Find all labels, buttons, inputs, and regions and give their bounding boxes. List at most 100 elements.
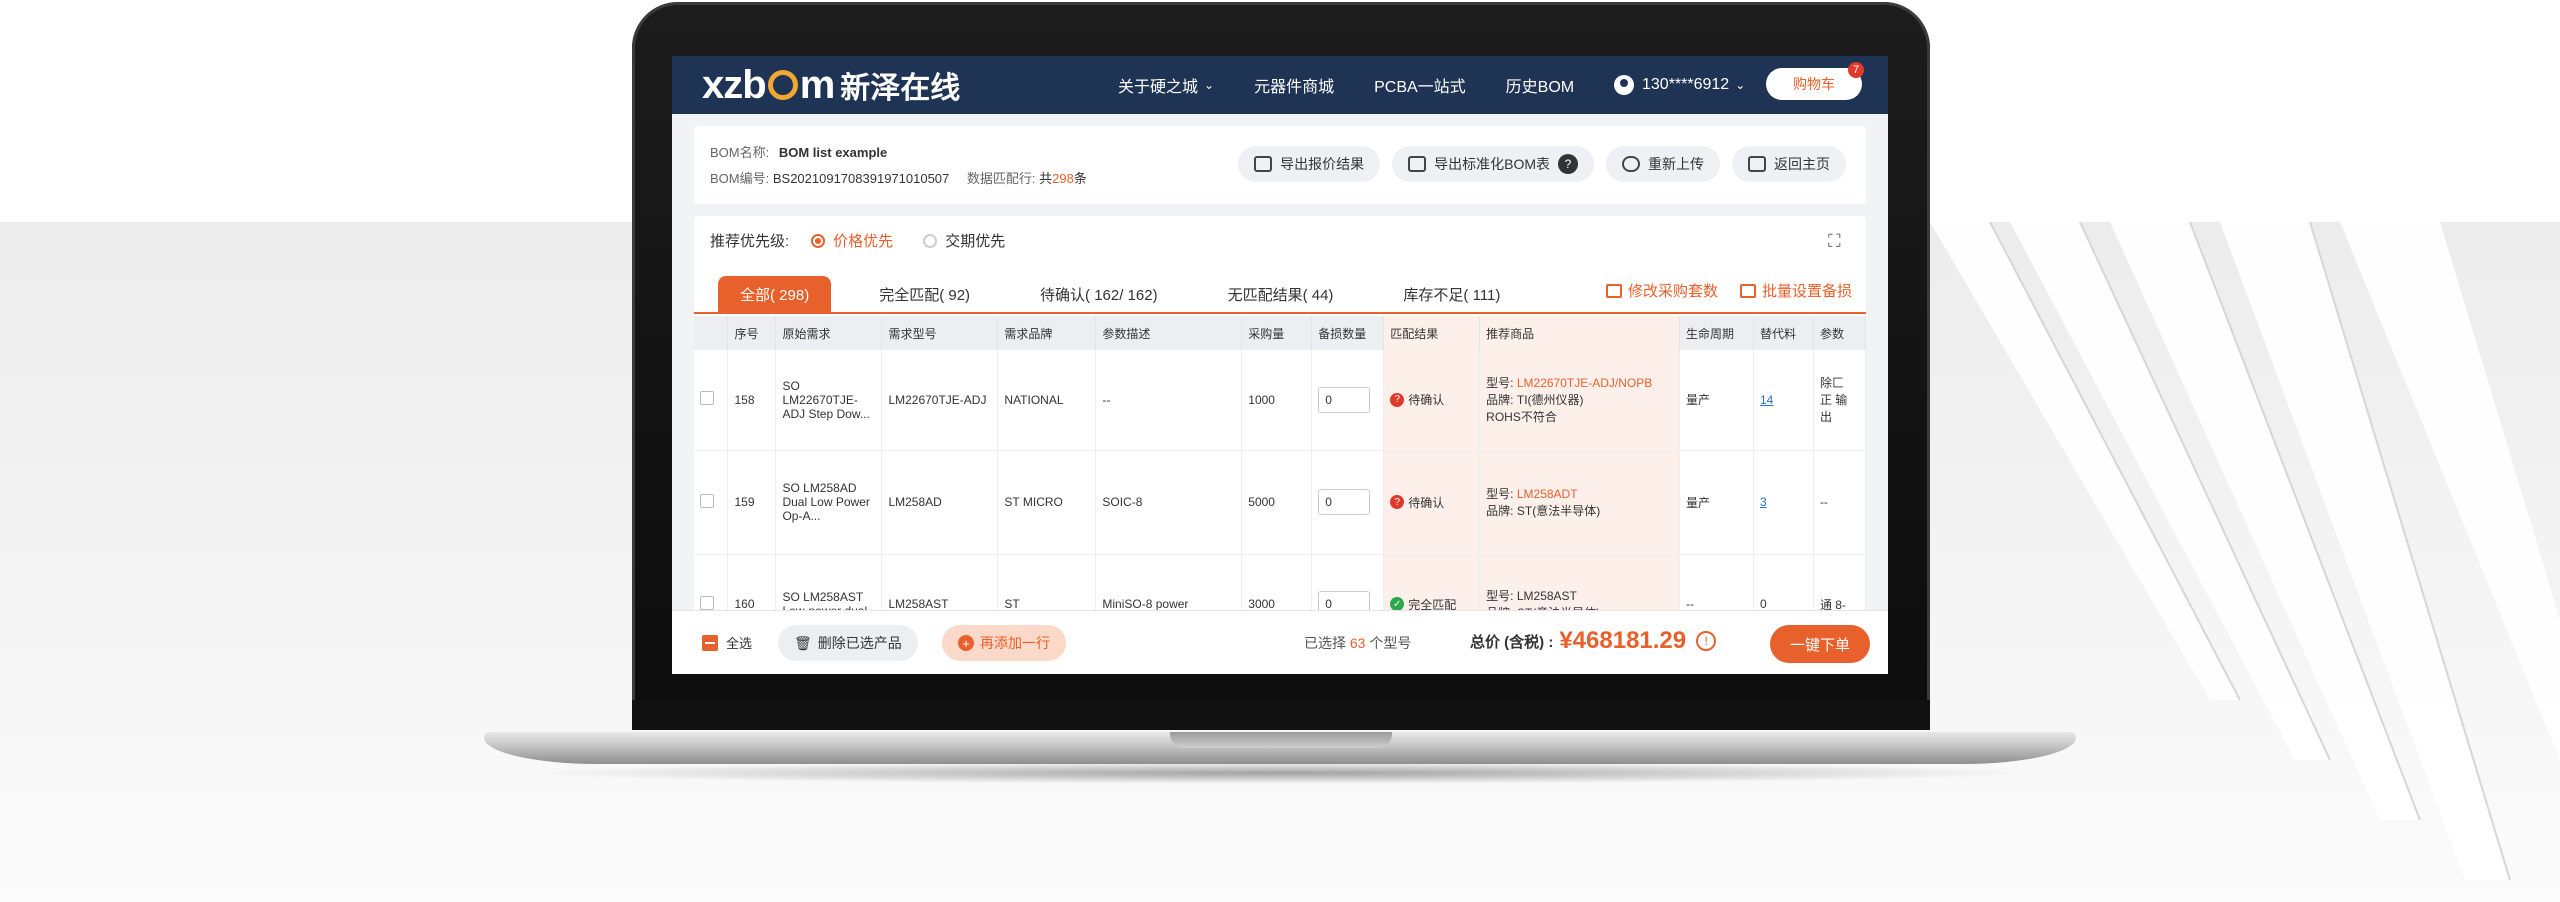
header-model: 需求型号 — [881, 316, 999, 350]
row-param: -- — [1813, 450, 1866, 555]
rec-brand: TI(德州仪器) — [1516, 393, 1584, 408]
laptop-bezel-bottom — [632, 700, 1930, 730]
laptop-screen: xzb m 新泽在线 关于硬之城 ⌄ 元器件商城 PCBA一站式 历史BOM 1… — [672, 56, 1888, 674]
nav-item-mall[interactable]: 元器件商城 — [1254, 73, 1334, 97]
logo-latin: xzb — [702, 62, 767, 107]
tab-full-match[interactable]: 完全匹配( 92) — [857, 276, 992, 312]
row-checkbox-cell — [694, 450, 729, 555]
selected-suffix: 个型号 — [1369, 635, 1412, 651]
row-model: LM258AD — [881, 450, 999, 555]
bom-id-value: BS2021091708391971010507 — [772, 171, 950, 186]
edit-qty-button[interactable]: 修改采购套数 — [1605, 280, 1718, 301]
bom-match-prefix: 共 — [1039, 171, 1053, 186]
row-param: 除匚 正 输出 — [1813, 350, 1866, 451]
home-label: 返回主页 — [1774, 156, 1830, 172]
logo-ring-icon — [767, 70, 798, 100]
batch-spare-button[interactable]: 批量设置备损 — [1739, 280, 1852, 301]
tab-low-stock[interactable]: 库存不足( 111) — [1381, 276, 1522, 312]
row-no: 159 — [727, 450, 777, 555]
cart-button[interactable]: 购物车 7 — [1766, 62, 1864, 100]
bom-table: 序号 原始需求 需求型号 需求品牌 参数描述 采购量 备损数量 匹配结果 推荐商… — [694, 316, 1866, 655]
reupload-button[interactable]: 重新上传 — [1606, 146, 1720, 182]
row-desc: SOIC-8 — [1095, 450, 1243, 555]
header-brand: 需求品牌 — [997, 316, 1097, 350]
tab-no-match[interactable]: 无匹配结果( 44) — [1206, 276, 1356, 312]
row-spare-cell: 0 — [1311, 450, 1385, 555]
main-nav: 关于硬之城 ⌄ 元器件商城 PCBA一站式 历史BOM — [1118, 56, 1614, 114]
edit-icon — [1605, 283, 1622, 298]
batch-spare-label: 批量设置备损 — [1761, 283, 1852, 300]
top-navbar: xzb m 新泽在线 关于硬之城 ⌄ 元器件商城 PCBA一站式 历史BOM 1… — [672, 56, 1888, 114]
header-spare: 备损数量 — [1311, 316, 1385, 350]
spare-qty-input[interactable]: 0 — [1318, 489, 1371, 515]
export-icon — [1254, 156, 1273, 172]
spare-qty-input[interactable]: 0 — [1318, 386, 1371, 413]
chevron-down-icon: ⌄ — [1735, 78, 1746, 92]
row-checkbox[interactable] — [700, 493, 714, 508]
edit-qty-label: 修改采购套数 — [1627, 283, 1718, 300]
rec-model[interactable]: LM22670TJE-ADJ/NOPB — [1517, 376, 1652, 390]
radio-price[interactable] — [811, 233, 826, 248]
delete-selected-label: 删除已选产品 — [817, 635, 902, 651]
user-icon — [1614, 75, 1634, 95]
total-label: 总价 (含税) : — [1470, 633, 1554, 651]
alt-link[interactable]: 3 — [1760, 495, 1767, 509]
laptop-notch — [1170, 732, 1392, 748]
bom-name-label: BOM名称: — [710, 145, 770, 160]
bom-info: BOM名称: BOM list example BOM编号: BS2021091… — [710, 140, 1087, 192]
row-life: 量产 — [1679, 450, 1754, 555]
row-checkbox[interactable] — [700, 391, 714, 406]
radio-price-label[interactable]: 价格优先 — [833, 230, 893, 251]
info-icon[interactable]: ! — [1696, 631, 1717, 651]
cart-badge: 7 — [1848, 62, 1864, 78]
alt-link[interactable]: 14 — [1760, 393, 1773, 407]
row-status-cell: ? 待确认 — [1383, 350, 1481, 451]
home-icon — [1748, 156, 1766, 172]
export-quote-button[interactable]: 导出报价结果 — [1238, 146, 1381, 182]
add-row-button[interactable]: + 再添加一行 — [942, 625, 1066, 661]
place-order-button[interactable]: 一键下单 — [1770, 625, 1870, 663]
delete-selected-button[interactable]: 🗑 删除已选产品 — [778, 625, 918, 661]
row-status: 待确认 — [1408, 495, 1445, 510]
row-raw: SO LM22670TJE-ADJ Step Dow... — [775, 350, 883, 451]
bom-id-label: BOM编号: — [710, 171, 770, 186]
export-std-bom-button[interactable]: 导出标准化BOM表 ? — [1392, 146, 1594, 182]
fullscreen-icon[interactable]: ⛶ — [1828, 232, 1846, 250]
radio-delivery[interactable] — [923, 233, 938, 248]
row-checkbox[interactable] — [700, 595, 714, 610]
radio-delivery-label[interactable]: 交期优先 — [945, 230, 1005, 251]
trash-icon: 🗑 — [794, 634, 812, 651]
rec-model-label: 型号: — [1486, 487, 1514, 501]
tab-pending[interactable]: 待确认( 162/ 162) — [1018, 276, 1180, 312]
footer-bar: 全选 🗑 删除已选产品 + 再添加一行 已选择 63 个型号 总价 (含税) :… — [672, 610, 1888, 674]
header-raw: 原始需求 — [775, 316, 883, 350]
rec-model[interactable]: LM258ADT — [1517, 487, 1578, 501]
row-spare-cell: 0 — [1311, 350, 1385, 451]
help-icon[interactable]: ? — [1558, 154, 1578, 174]
select-all-checkbox[interactable] — [702, 634, 718, 651]
total-amount: ¥468181.29 — [1559, 627, 1687, 654]
nav-item-about[interactable]: 关于硬之城 ⌄ — [1118, 73, 1214, 97]
header-desc: 参数描述 — [1095, 316, 1243, 350]
row-recommend: 型号: LM22670TJE-ADJ/NOPB 品牌: TI(德州仪器) ROH… — [1479, 350, 1681, 451]
row-desc: -- — [1095, 350, 1243, 451]
table-header-row: 序号 原始需求 需求型号 需求品牌 参数描述 采购量 备损数量 匹配结果 推荐商… — [694, 316, 1866, 350]
question-icon: ? — [1390, 392, 1405, 407]
rec-model[interactable]: LM258AST — [1517, 589, 1577, 603]
home-button[interactable]: 返回主页 — [1732, 146, 1846, 182]
row-brand: ST MICRO — [997, 450, 1097, 555]
tab-all[interactable]: 全部( 298) — [718, 276, 832, 312]
rec-brand-label: 品牌: — [1486, 393, 1514, 408]
rec-brand-label: 品牌: — [1486, 504, 1514, 518]
header-param: 参数 — [1813, 316, 1866, 350]
select-all[interactable]: 全选 — [702, 633, 752, 652]
rec-model-label: 型号: — [1486, 589, 1514, 603]
nav-item-pcba[interactable]: PCBA一站式 — [1374, 73, 1466, 97]
table-row[interactable]: 159 SO LM258AD Dual Low Power Op-A... LM… — [694, 450, 1866, 555]
chevron-down-icon: ⌄ — [1204, 78, 1215, 92]
site-logo[interactable]: xzb m 新泽在线 — [702, 62, 960, 107]
nav-item-history-bom[interactable]: 历史BOM — [1506, 73, 1574, 97]
cart-label: 购物车 — [1793, 76, 1835, 92]
table-row[interactable]: 158 SO LM22670TJE-ADJ Step Dow... LM2267… — [694, 350, 1866, 451]
user-menu[interactable]: 130****6912 ⌄ — [1614, 56, 1745, 114]
